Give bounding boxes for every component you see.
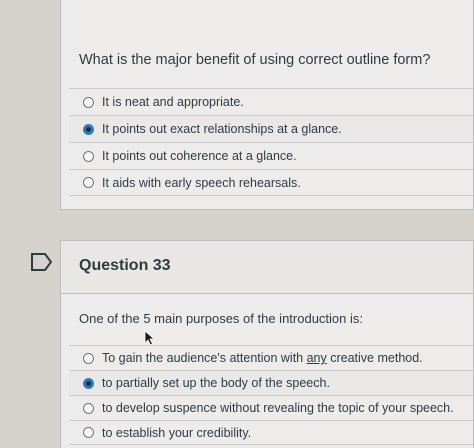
radio-button[interactable] [83, 96, 94, 108]
answer-label: It is neat and appropriate. [102, 95, 244, 109]
answer-label: It points out exact relationships at a g… [102, 122, 342, 136]
question-32-answers: It is neat and appropriate. It points ou… [69, 88, 473, 196]
question-32-prompt: What is the major benefit of using corre… [79, 52, 431, 68]
answer-option-selected[interactable]: to partially set up the body of the spee… [69, 370, 473, 395]
radio-button[interactable] [83, 150, 94, 162]
emphasis-text: any [306, 351, 327, 365]
answer-option[interactable]: It points out coherence at a glance. [69, 142, 473, 169]
answer-option[interactable]: It is neat and appropriate. [69, 88, 473, 115]
question-32-card: What is the major benefit of using corre… [60, 0, 474, 210]
radio-button[interactable] [83, 402, 94, 414]
radio-button-checked[interactable] [83, 377, 94, 389]
flag-icon[interactable] [30, 252, 54, 272]
question-33-answers: To gain the audience's attention with an… [69, 345, 473, 445]
answer-label: to develop suspence without revealing th… [102, 401, 454, 415]
radio-button[interactable] [83, 352, 94, 364]
answer-option[interactable]: It aids with early speech rehearsals. [69, 169, 473, 196]
question-33-card: Question 33 One of the 5 main purposes o… [60, 240, 474, 448]
question-33-prompt: One of the 5 main purposes of the introd… [79, 311, 364, 326]
answer-option[interactable]: to establish your credibility. [69, 420, 473, 445]
answer-label: to partially set up the body of the spee… [102, 376, 330, 390]
answer-option[interactable]: to develop suspence without revealing th… [69, 395, 473, 420]
answer-label: to establish your credibility. [102, 425, 252, 440]
answer-label: It aids with early speech rehearsals. [102, 175, 301, 190]
radio-button[interactable] [83, 427, 94, 438]
question-header: Question 33 [61, 241, 473, 294]
answer-option-selected[interactable]: It points out exact relationships at a g… [69, 115, 473, 142]
radio-button-checked[interactable] [83, 123, 94, 135]
question-title: Question 33 [79, 257, 171, 274]
answer-label: It points out coherence at a glance. [102, 149, 297, 163]
answer-label: To gain the audience's attention with an… [102, 351, 423, 365]
answer-option[interactable]: To gain the audience's attention with an… [69, 345, 473, 370]
radio-button[interactable] [83, 177, 94, 188]
mouse-pointer-icon [144, 330, 156, 346]
